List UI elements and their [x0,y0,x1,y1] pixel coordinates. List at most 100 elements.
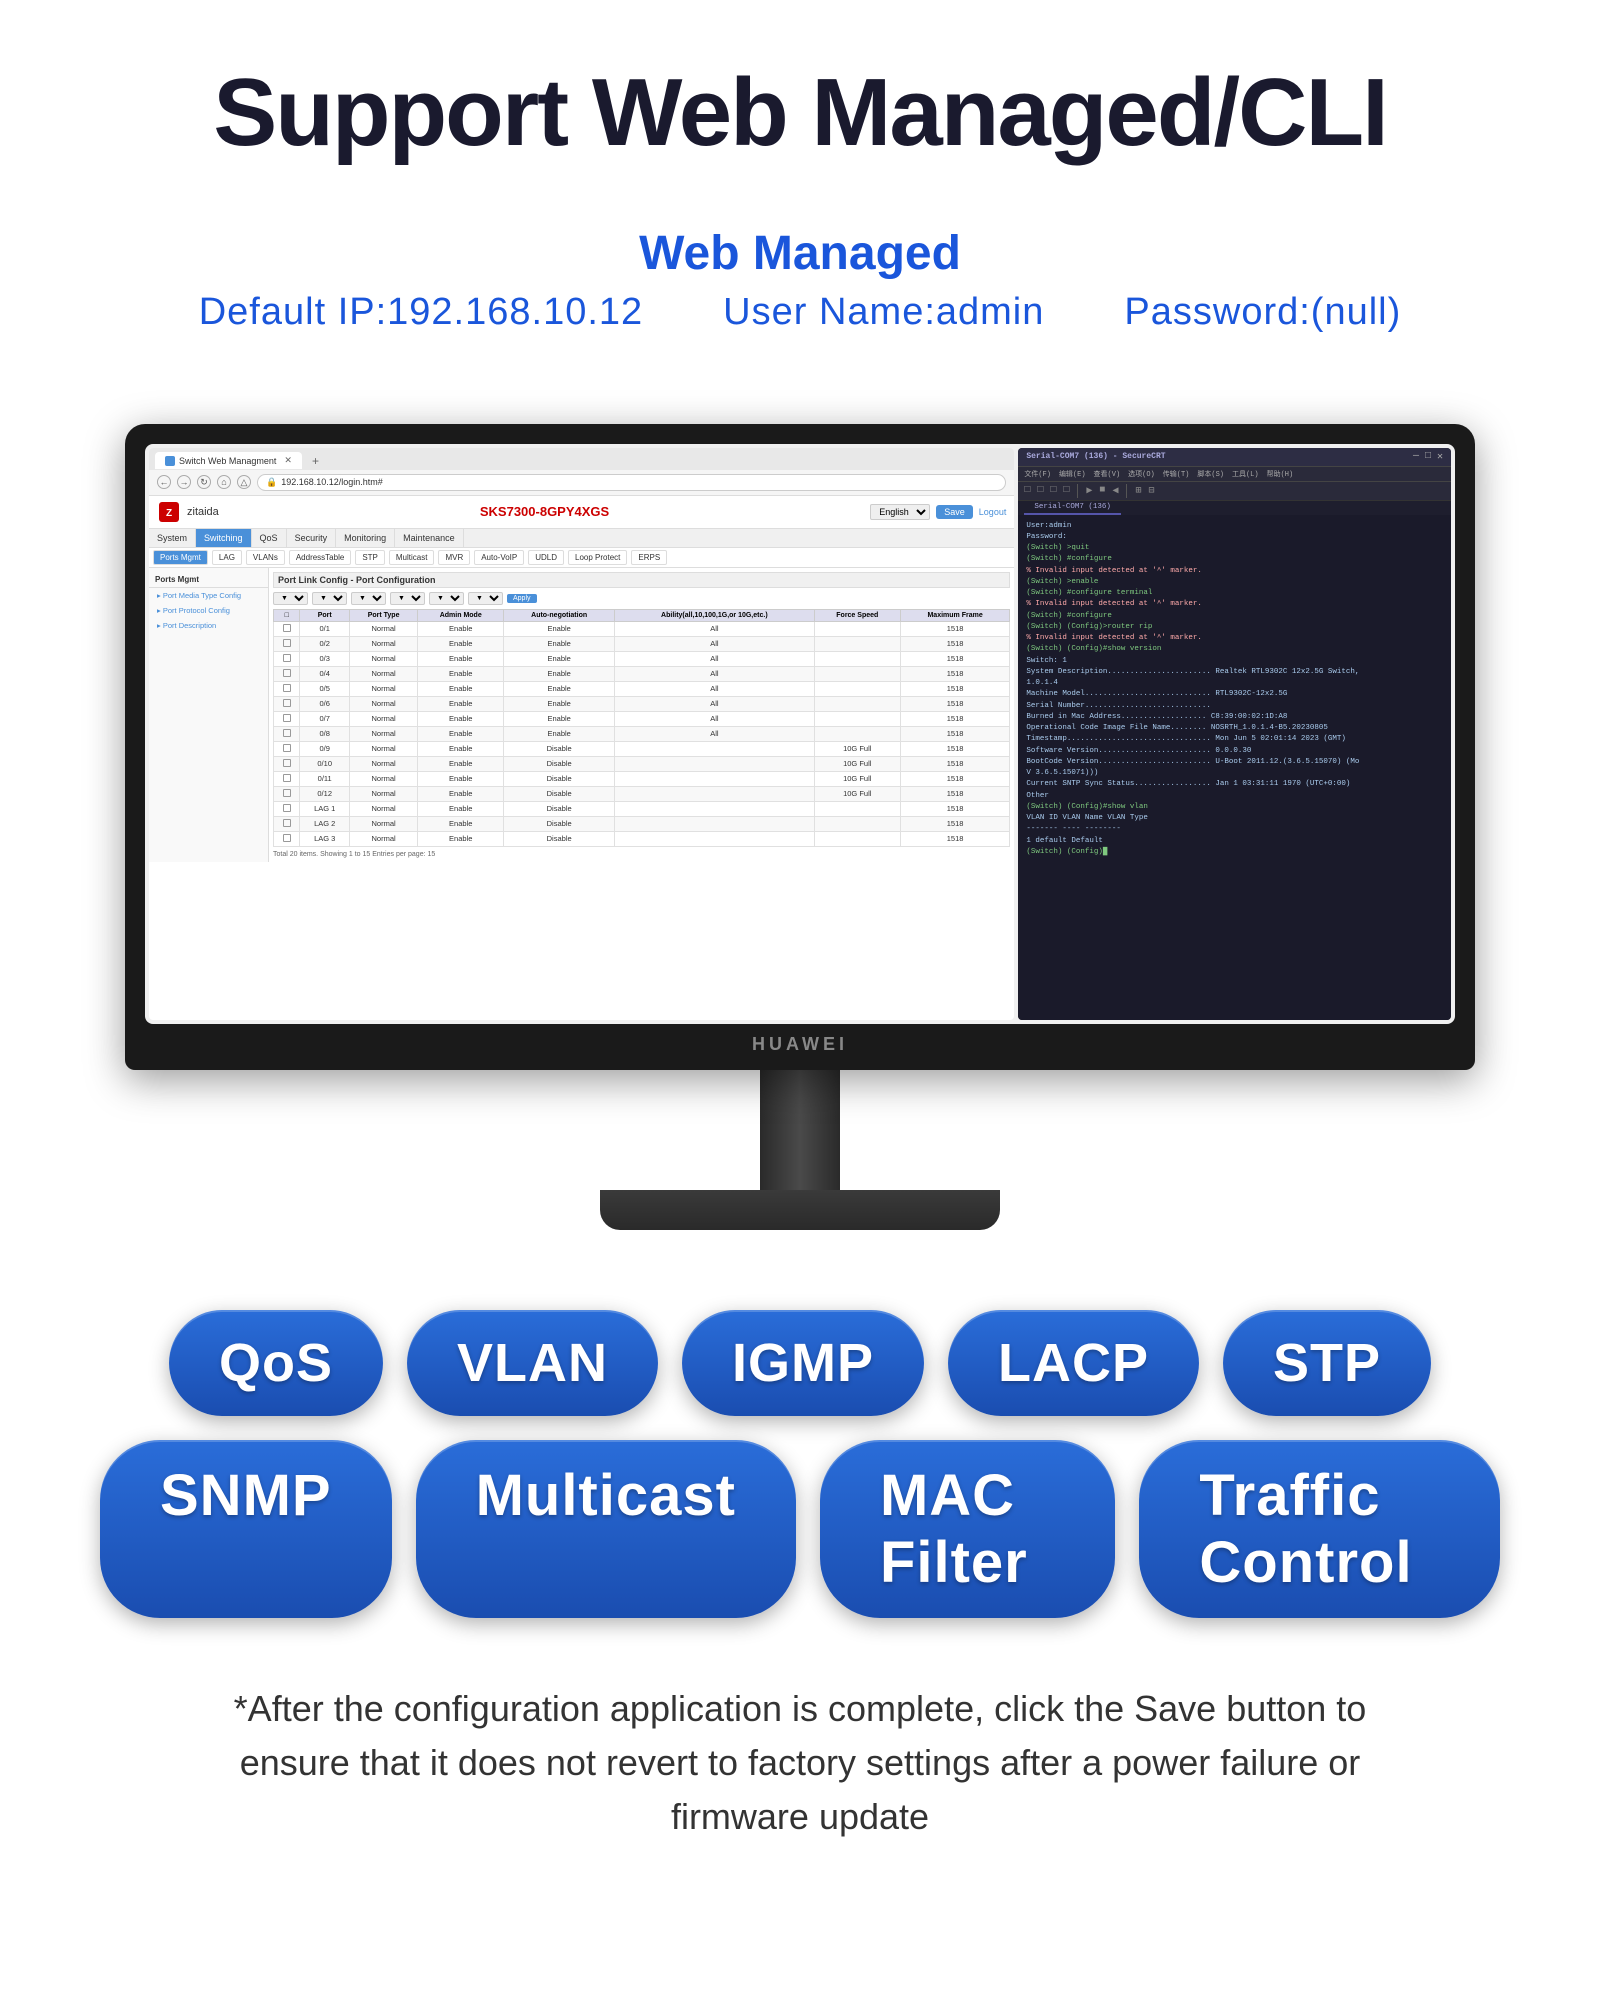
cli-line: (Switch) >enable [1026,577,1443,588]
nav-qos[interactable]: QoS [252,529,287,547]
cell-type: Normal [350,801,418,816]
cli-minimize[interactable]: — [1413,451,1419,463]
cell-autoneg: Enable [504,681,615,696]
subnav-mvr[interactable]: MVR [438,550,470,565]
cell-admin: Enable [418,666,504,681]
tab-icon [165,456,175,466]
subnav-address-table[interactable]: AddressTable [289,550,351,565]
cli-tool-9[interactable]: ⊟ [1147,484,1157,498]
cell-ability: All [615,651,815,666]
subnav-lag[interactable]: LAG [212,550,242,565]
cli-tool-1[interactable]: □ [1022,484,1032,498]
cli-maximize[interactable]: □ [1425,451,1431,463]
badge-igmp: IGMP [682,1310,924,1416]
nav-security[interactable]: Security [287,529,337,547]
browser-window: Switch Web Managment ✕ + ← → ↻ ⌂ △ 🔒 192… [149,448,1014,1020]
cell-maxframe: 1518 [900,636,1009,651]
logout-link[interactable]: Logout [979,507,1007,517]
table-row: LAG 1 Normal Enable Disable 1518 [274,801,1010,816]
default-ip: Default IP:192.168.10.12 [199,291,643,334]
security-button[interactable]: △ [237,475,251,489]
subnav-multicast[interactable]: Multicast [389,550,435,565]
cli-tool-3[interactable]: □ [1048,484,1058,498]
monitor-screen: Switch Web Managment ✕ + ← → ↻ ⌂ △ 🔒 192… [145,444,1455,1024]
cell-port: LAG 3 [300,831,350,846]
forward-button[interactable]: → [177,475,191,489]
cli-line: Timestamp...............................… [1026,734,1443,745]
cell-admin: Enable [418,831,504,846]
cell-autoneg: Disable [504,741,615,756]
cli-menu-edit[interactable]: 编辑(E) [1059,469,1086,479]
cell-port: 0/9 [300,741,350,756]
sidebar-port-desc[interactable]: Port Description [149,618,268,633]
subnav-auto-voip[interactable]: Auto-VoIP [474,550,524,565]
apply-button[interactable]: Apply [507,594,537,603]
cell-type: Normal [350,711,418,726]
cell-port: LAG 2 [300,816,350,831]
cell-type: Normal [350,666,418,681]
badges-section: QoS VLAN IGMP LACP STP SNMP Multicast MA… [100,1310,1500,1642]
cli-menu-transfer[interactable]: 传输(T) [1163,469,1190,479]
subnav-vlans[interactable]: VLANs [246,550,285,565]
cell-force [814,711,900,726]
home-button[interactable]: ⌂ [217,475,231,489]
cell-ability [615,771,815,786]
cli-tab[interactable]: Serial-COM7 (136) [1024,501,1121,515]
cli-tool-7[interactable]: ◀ [1110,484,1120,498]
nav-switching[interactable]: Switching [196,529,252,547]
sidebar-port-media[interactable]: Port Media Type Config [149,588,268,603]
cli-line: (Switch) #configure terminal [1026,588,1443,599]
subnav-ports-mgmt[interactable]: Ports Mgmt [153,550,208,565]
sidebar: Ports Mgmt Port Media Type Config Port P… [149,568,269,862]
table-row: 0/4 Normal Enable Enable All 1518 [274,666,1010,681]
nav-monitoring[interactable]: Monitoring [336,529,395,547]
save-button[interactable]: Save [936,505,973,519]
force-speed-filter[interactable]: ▼ [468,592,503,605]
cli-menu-options[interactable]: 选项(O) [1128,469,1155,479]
cell-autoneg: Disable [504,831,615,846]
cli-menu-tools[interactable]: 工具(L) [1232,469,1259,479]
port-filter[interactable]: ▼ [273,592,308,605]
ability-filter[interactable]: ▼ [429,592,464,605]
password-label: Password:(null) [1124,291,1401,334]
cli-close[interactable]: ✕ [1437,451,1443,463]
address-bar[interactable]: 🔒 192.168.10.12/login.htm# [257,474,1006,491]
sidebar-title: Ports Mgmt [149,572,268,588]
cell-force [814,801,900,816]
cli-tool-4[interactable]: □ [1061,484,1071,498]
subnav-stp[interactable]: STP [355,550,385,565]
cli-menu-file[interactable]: 文件(F) [1024,469,1051,479]
auto-neg-filter[interactable]: ▼ [390,592,425,605]
cell-force [814,636,900,651]
cli-tool-8[interactable]: ⊞ [1133,484,1143,498]
cell-force [814,696,900,711]
nav-maintenance[interactable]: Maintenance [395,529,464,547]
cell-cb [274,651,300,666]
back-button[interactable]: ← [157,475,171,489]
cell-force: 10G Full [814,756,900,771]
cli-line: User:admin [1026,521,1443,532]
new-tab-button[interactable]: + [306,452,325,470]
subnav-udld[interactable]: UDLD [528,550,564,565]
admin-mode-filter[interactable]: ▼ [351,592,386,605]
refresh-button[interactable]: ↻ [197,475,211,489]
monitor-brand: HUAWEI [145,1024,1455,1070]
table-row: 0/1 Normal Enable Enable All 1518 [274,621,1010,636]
active-tab[interactable]: Switch Web Managment ✕ [155,452,302,469]
cli-menu-view[interactable]: 查看(V) [1094,469,1121,479]
cli-tool-5[interactable]: ▶ [1084,484,1094,498]
subnav-loop-protect[interactable]: Loop Protect [568,550,627,565]
sidebar-port-protocol[interactable]: Port Protocol Config [149,603,268,618]
cli-title: Serial-COM7 (136) - SecureCRT [1026,452,1165,461]
subnav-erps[interactable]: ERPS [631,550,667,565]
cell-force: 10G Full [814,771,900,786]
language-select[interactable]: English [870,504,930,520]
cell-cb [274,756,300,771]
cli-tool-2[interactable]: □ [1035,484,1045,498]
cli-menu-script[interactable]: 脚本(S) [1197,469,1224,479]
port-type-filter[interactable]: ▼ [312,592,347,605]
cli-tool-6[interactable]: ■ [1097,484,1107,498]
cli-menu-help[interactable]: 帮助(H) [1267,469,1294,479]
nav-system[interactable]: System [149,529,196,547]
switch-logo: Z zitaida [157,500,219,524]
